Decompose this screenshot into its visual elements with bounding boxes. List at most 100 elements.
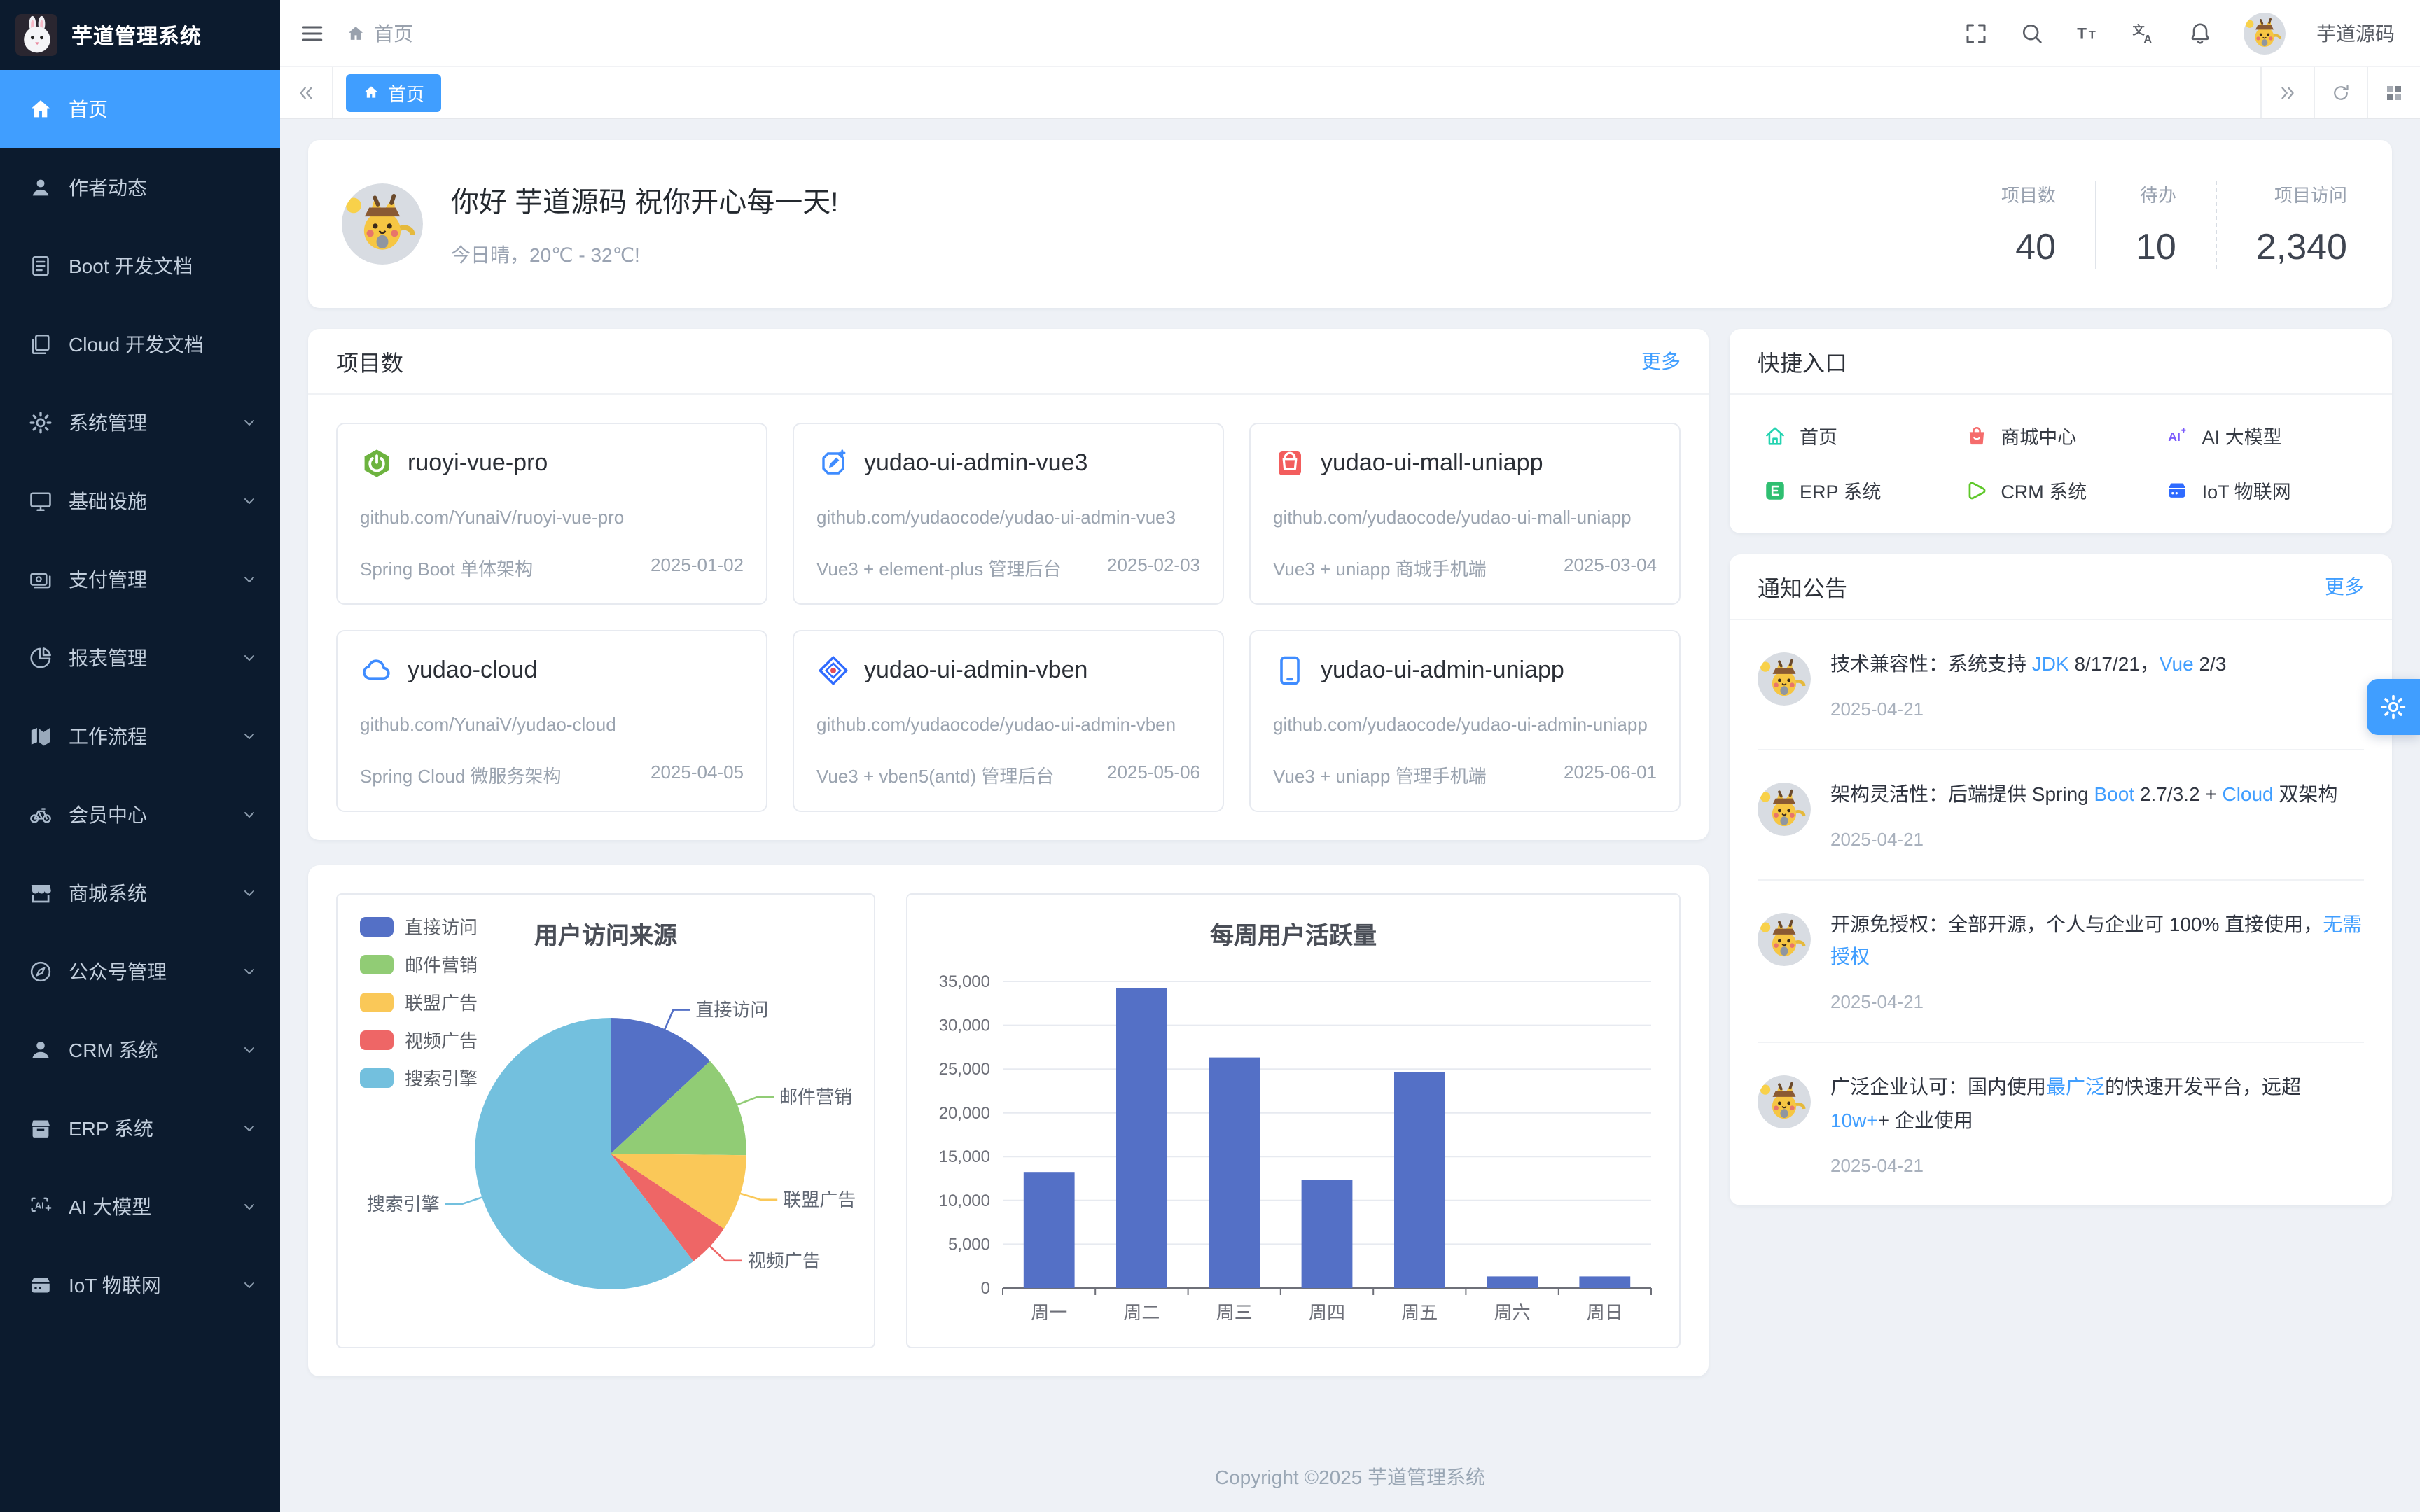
notices-more-link[interactable]: 更多 (2325, 573, 2364, 601)
project-card-yudao-ui-admin-vue3[interactable]: yudao-ui-admin-vue3 github.com/yudaocode… (793, 423, 1224, 605)
project-card-ruoyi-vue-pro[interactable]: ruoyi-vue-pro github.com/YunaiV/ruoyi-vu… (336, 423, 767, 605)
bar-周五[interactable] (1394, 1072, 1445, 1288)
breadcrumb[interactable]: 首页 (346, 19, 413, 47)
project-card-yudao-ui-admin-uniapp[interactable]: yudao-ui-admin-uniapp github.com/yudaoco… (1249, 630, 1681, 812)
sidebar-item-pie-chart[interactable]: 报表管理 (0, 619, 280, 697)
bar-chart-canvas[interactable]: 05,00010,00015,00020,00025,00030,00035,0… (908, 895, 1679, 1348)
font-size-icon[interactable]: TT (2075, 20, 2101, 46)
quick-link-q-mall[interactable]: 商城中心 (1964, 421, 2157, 449)
notice-item-2[interactable]: 架构灵活性：后端提供 Spring Boot 2.7/3.2 + Cloud 双… (1758, 750, 2364, 881)
project-meta: Spring Cloud 微服务架构 2025-04-05 (360, 762, 744, 789)
pie-chart-canvas[interactable]: 直接访问 邮件营销 联盟广告 视频广告 搜索引擎 (338, 895, 874, 1348)
sidebar-item-user-solid[interactable]: CRM 系统 (0, 1011, 280, 1089)
home-icon (363, 84, 380, 101)
chevron-down-icon (241, 963, 258, 980)
compass-icon (28, 959, 53, 984)
sidebar-item-label: 首页 (69, 95, 258, 123)
tabs-scroll-left-button[interactable] (280, 67, 333, 118)
x-tick-label: 周一 (1031, 1303, 1067, 1324)
username[interactable]: 芋道源码 (2316, 19, 2395, 47)
settings-gear-button[interactable] (2367, 679, 2420, 735)
x-tick-label: 周六 (1494, 1303, 1531, 1324)
quick-entry-grid: 首页 商城中心 AI AI 大模型 ERP 系统 CRM 系统 IoT 物联网 (1730, 395, 2392, 533)
q-mall-icon (1964, 424, 1988, 447)
avatar (1758, 652, 1811, 706)
bar-周日[interactable] (1579, 1277, 1630, 1289)
language-icon[interactable]: 文A (2132, 20, 2157, 46)
quick-link-q-iot[interactable]: IoT 物联网 (2166, 476, 2358, 504)
sidebar-item-user[interactable]: 作者动态 (0, 148, 280, 227)
top-navbar: 首页 TT 文A 芋道源码 (280, 0, 2420, 67)
sidebar-item-home[interactable]: 首页 (0, 70, 280, 148)
pie-label-line (665, 1010, 690, 1030)
x-tick-label: 周四 (1309, 1303, 1345, 1324)
stat-projects: 项目数 40 (1962, 180, 2095, 268)
sidebar-item-workflow[interactable]: 工作流程 (0, 697, 280, 776)
q-erp-icon (1763, 478, 1787, 502)
avatar (1758, 783, 1811, 836)
search-icon[interactable] (2019, 20, 2045, 46)
sidebar-item-wallet[interactable]: 支付管理 (0, 540, 280, 619)
chevron-down-icon (241, 1277, 258, 1294)
project-card-yudao-ui-mall-uniapp[interactable]: yudao-ui-mall-uniapp github.com/yudaocod… (1249, 423, 1681, 605)
projects-more-link[interactable]: 更多 (1641, 347, 1681, 375)
tab-home[interactable]: 首页 (346, 74, 441, 111)
notice-text-highlight: 10w+ (1830, 1109, 1878, 1131)
project-card-yudao-cloud[interactable]: yudao-cloud github.com/YunaiV/yudao-clou… (336, 630, 767, 812)
bar-周二[interactable] (1116, 988, 1167, 1288)
sidebar-item-gear[interactable]: 系统管理 (0, 384, 280, 462)
document-icon (28, 253, 53, 279)
project-desc: Vue3 + vben5(antd) 管理后台 (816, 762, 1054, 789)
bar-周一[interactable] (1024, 1172, 1075, 1289)
sidebar-item-ai[interactable]: AI AI 大模型 (0, 1168, 280, 1246)
user-avatar[interactable] (2244, 12, 2286, 54)
tabs-scroll-right-button[interactable] (2260, 67, 2314, 118)
x-tick-label: 周三 (1216, 1303, 1253, 1324)
quick-link-q-erp[interactable]: ERP 系统 (1763, 476, 1956, 504)
notice-item-1[interactable]: 技术兼容性：系统支持 JDK 8/17/21，Vue 2/3 2025-04-2… (1758, 620, 2364, 750)
sidebar-item-label: 作者动态 (69, 174, 258, 202)
app-root: 芋道管理系统 首页 作者动态 Boot 开发文档 Cloud 开发文档 系统管理… (0, 0, 2420, 1512)
hamburger-menu-icon[interactable] (300, 20, 325, 46)
refresh-icon[interactable] (2314, 67, 2367, 118)
sidebar-item-server[interactable]: IoT 物联网 (0, 1246, 280, 1324)
notification-bell-icon[interactable] (2188, 20, 2213, 46)
bar-周三[interactable] (1209, 1058, 1260, 1288)
quick-link-q-ai[interactable]: AI AI 大模型 (2166, 421, 2358, 449)
fullscreen-icon[interactable] (1963, 20, 1989, 46)
sidebar-item-shop[interactable]: 商城系统 (0, 854, 280, 932)
project-url: github.com/yudaocode/yudao-ui-admin-vben (816, 711, 1200, 739)
project-date: 2025-04-05 (651, 762, 744, 789)
bar-周六[interactable] (1487, 1277, 1538, 1289)
stat-label: 待办 (2136, 180, 2176, 206)
quick-link-q-home[interactable]: 首页 (1763, 421, 1956, 449)
pie-label: 联盟广告 (783, 1189, 856, 1210)
stat-value: 40 (2001, 225, 2056, 268)
sidebar-item-document[interactable]: Boot 开发文档 (0, 227, 280, 305)
notice-text-highlight: Boot (2094, 783, 2135, 805)
sidebar-item-shop-solid[interactable]: ERP 系统 (0, 1089, 280, 1168)
sidebar-item-monitor[interactable]: 基础设施 (0, 462, 280, 540)
project-desc: Spring Cloud 微服务架构 (360, 762, 562, 789)
quick-entry-card: 快捷入口 首页 商城中心AI AI 大模型 ERP 系统 CRM 系统 IoT … (1730, 329, 2392, 533)
bar-周四[interactable] (1302, 1180, 1353, 1288)
quick-link-q-crm[interactable]: CRM 系统 (1964, 476, 2157, 504)
notice-title: 开源免授权：全部开源，个人与企业可 100% 直接使用，无需授权 (1830, 908, 2364, 974)
layout-grid-icon[interactable] (2367, 67, 2420, 118)
sidebar-item-copy-document[interactable]: Cloud 开发文档 (0, 305, 280, 384)
sidebar: 芋道管理系统 首页 作者动态 Boot 开发文档 Cloud 开发文档 系统管理… (0, 0, 280, 1512)
right-column: 快捷入口 首页 商城中心AI AI 大模型 ERP 系统 CRM 系统 IoT … (1730, 329, 2392, 1377)
project-card-yudao-ui-admin-vben[interactable]: yudao-ui-admin-vben github.com/yudaocode… (793, 630, 1224, 812)
project-card-top: yudao-ui-mall-uniapp (1273, 447, 1657, 480)
sidebar-item-label: 系统管理 (69, 409, 225, 437)
notice-text: 2.7/3.2 + (2134, 783, 2222, 805)
projects-card: 项目数 更多 ruoyi-vue-pro github.com/YunaiV/r… (308, 329, 1709, 841)
notice-item-4[interactable]: 广泛企业认可：国内使用最广泛的快速开发平台，远超 10w++ 企业使用 2025… (1758, 1043, 2364, 1205)
phone-icon (1273, 654, 1307, 687)
main-area: 首页 TT 文A 芋道源码 首页 (280, 0, 2420, 1512)
sidebar-item-compass[interactable]: 公众号管理 (0, 932, 280, 1011)
notice-text-highlight: JDK (2032, 652, 2069, 675)
sidebar-item-bicycle[interactable]: 会员中心 (0, 776, 280, 854)
notice-item-3[interactable]: 开源免授权：全部开源，个人与企业可 100% 直接使用，无需授权 2025-04… (1758, 880, 2364, 1043)
copy-document-icon (28, 332, 53, 357)
